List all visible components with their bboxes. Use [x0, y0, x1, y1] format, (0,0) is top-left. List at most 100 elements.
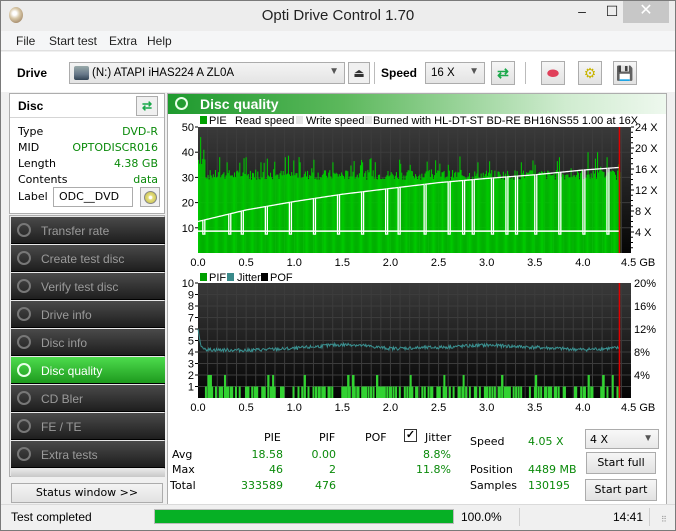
y-tick-label-left: 20 — [182, 198, 194, 210]
save-button[interactable]: 💾 — [613, 61, 637, 85]
pie-bar — [371, 176, 373, 253]
pif-bar — [231, 386, 234, 398]
pie-bar — [436, 172, 438, 253]
start-part-button[interactable]: Start part — [585, 479, 657, 501]
pie-bar — [276, 174, 278, 253]
pie-bar — [235, 177, 237, 253]
pie-chart: 0.0 0.5 1.0 1.5 2.0 2.5 3.0 3.5 4.0 4.5 GB 10 20 30 4… — [182, 122, 659, 269]
drive-select[interactable]: (N:) ATAPI iHAS224 A ZL0A ▼ — [69, 62, 345, 84]
pie-bar — [581, 170, 583, 253]
pie-bar — [457, 172, 459, 253]
set-label-button[interactable] — [140, 187, 160, 207]
pie-bar — [587, 152, 589, 253]
pie-bar — [286, 173, 288, 253]
y-tick-label-right: 4 X — [635, 227, 652, 239]
menu-start-test[interactable]: Start test — [49, 34, 97, 48]
pif-bar — [234, 386, 237, 398]
status-divider — [519, 508, 520, 526]
pie-bar — [207, 175, 209, 253]
erase-button[interactable]: ⬬ — [541, 61, 565, 85]
pie-bar — [212, 174, 214, 253]
status-window-button[interactable]: Status window >> — [11, 483, 163, 503]
sidebar-item-disc-quality[interactable]: Disc quality — [11, 357, 165, 384]
minimize-button[interactable]: ‒ — [567, 1, 597, 23]
pie-bar — [401, 172, 403, 253]
elapsed-time: 14:41 — [613, 510, 644, 524]
sidebar-item-cd-bler[interactable]: CD Bler — [11, 385, 165, 412]
jitter-checkbox[interactable]: ✓ — [404, 429, 417, 442]
y-tick-label-right: 8% — [634, 347, 650, 359]
pie-bar — [341, 174, 344, 253]
eject-button[interactable]: ⏏ — [348, 62, 370, 84]
pif-bar — [386, 386, 389, 398]
pie-bar — [609, 171, 611, 253]
sidebar-item-fe-te[interactable]: FE / TE — [11, 413, 165, 440]
legend-swatch-pof — [261, 273, 268, 281]
pif-bar — [486, 386, 489, 398]
pie-bar — [231, 175, 233, 253]
pie-bar — [494, 170, 496, 253]
pie-bar — [327, 177, 329, 253]
pie-bar — [454, 172, 456, 253]
legend-swatch-write — [296, 116, 303, 124]
pie-bar — [355, 176, 357, 253]
pie-bar — [222, 173, 224, 253]
test-speed-select[interactable]: 4 X ▼ — [585, 429, 659, 449]
pie-bar — [374, 162, 376, 253]
sidebar-item-verify-test-disc[interactable]: Verify test disc — [11, 273, 165, 300]
pif-bar — [223, 375, 226, 398]
chevron-down-icon: ▼ — [329, 66, 339, 77]
pie-bar — [570, 168, 572, 253]
pie-bar — [468, 172, 471, 253]
sidebar-item-extra-tests[interactable]: Extra tests — [11, 441, 165, 468]
pie-bar — [244, 174, 246, 253]
pie-bar — [567, 174, 569, 253]
pie-bar — [518, 179, 520, 253]
settings-button[interactable]: ⚙ — [578, 61, 602, 85]
pie-bar — [317, 172, 319, 253]
x-tick-label: 1.0 — [287, 402, 302, 414]
pie-bar — [217, 176, 219, 253]
pie-bar — [467, 176, 469, 253]
refresh-icon: ⇄ — [141, 99, 153, 113]
pif-bar — [251, 386, 254, 398]
sidebar-item-disc-info[interactable]: Disc info — [11, 329, 165, 356]
status-divider — [649, 508, 650, 526]
pie-bar — [502, 171, 504, 253]
x-tick-label: 4.0 — [575, 402, 590, 414]
pie-bar — [256, 179, 258, 253]
close-button[interactable]: ✕ — [623, 1, 669, 23]
stat-avg-pif: 0.00 — [311, 448, 337, 461]
speed-select[interactable]: 16 X ▼ — [425, 62, 485, 84]
menu-help[interactable]: Help — [147, 34, 172, 48]
samples-label: Samples — [470, 479, 517, 492]
pie-bar — [577, 172, 580, 253]
y-tick-label-right: 16% — [634, 301, 656, 313]
x-tick-label: 0.0 — [190, 257, 205, 269]
pie-bar — [326, 175, 328, 253]
disc-label-input[interactable]: ODC__DVD — [53, 187, 133, 207]
start-full-button[interactable]: Start full — [586, 452, 656, 474]
pie-bar — [329, 170, 331, 253]
y-tick-label-left: 10 — [182, 223, 194, 235]
sidebar-item-drive-info[interactable]: Drive info — [11, 301, 165, 328]
menu-extra[interactable]: Extra — [109, 34, 137, 48]
menu-file[interactable]: File — [16, 34, 35, 48]
pie-bar — [510, 178, 512, 253]
pie-bar — [543, 174, 545, 253]
pie-bar — [226, 162, 228, 253]
pie-bar — [530, 170, 532, 253]
pie-bar — [350, 165, 352, 253]
pif-bar — [318, 386, 321, 398]
resize-grip[interactable]: ⠿ — [661, 515, 667, 524]
pie-bar — [453, 177, 455, 253]
disc-refresh-button[interactable]: ⇄ — [136, 96, 158, 116]
pie-bar — [580, 173, 582, 253]
sidebar-item-transfer-rate[interactable]: Transfer rate — [11, 217, 165, 244]
pie-bar — [548, 171, 550, 253]
sidebar-item-create-test-disc[interactable]: Create test disc — [11, 245, 165, 272]
pie-bar — [499, 174, 501, 253]
pie-bar — [416, 176, 418, 253]
refresh-drive-button[interactable]: ⇄ — [491, 61, 515, 85]
pie-bar — [364, 173, 366, 253]
